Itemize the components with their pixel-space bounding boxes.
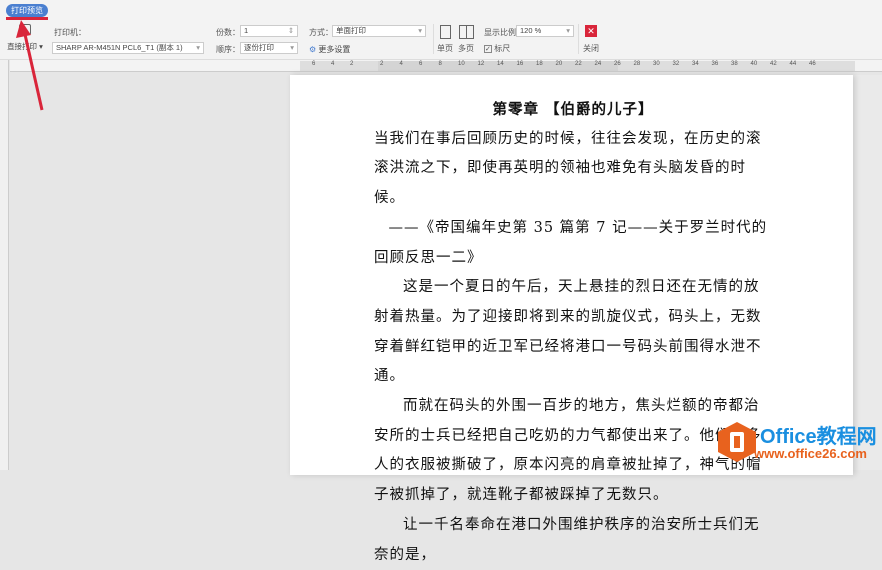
close-button[interactable]: ✕ 关闭 (582, 25, 600, 54)
zoom-label: 显示比例 (484, 28, 516, 37)
paragraph: 当我们在事后回顾历史的时候，往往会发现，在历史的滚滚洪流之下，即使再英明的领袖也… (374, 130, 762, 207)
paragraph: 这是一个夏日的午后，天上悬挂的烈日还在无情的放射着热量。为了迎接即将到来的凯旋仪… (374, 279, 762, 385)
ruler-checkbox[interactable]: ✓ 标尺 (484, 43, 510, 54)
zoom-value: 120 % (520, 26, 542, 35)
ruler-tick: 22 (575, 61, 582, 67)
ruler-tick: 2 (350, 61, 354, 67)
mode-label: 方式： (309, 28, 333, 37)
mode-value: 单面打印 (336, 26, 366, 35)
printer-value: SHARP AR-M451N PCL6_T1 (副本 1) (56, 43, 183, 52)
office-logo-icon (718, 422, 756, 462)
order-label: 顺序： (216, 45, 240, 54)
single-page-button[interactable]: 单页 (436, 25, 454, 54)
ruler-tick: 16 (516, 61, 524, 67)
checkbox-icon: ✓ (484, 44, 492, 53)
multi-page-icon (458, 25, 474, 39)
ruler-tick: 26 (614, 61, 621, 67)
watermark-logo: Office教程网 www.office26.com (718, 420, 882, 470)
copies-value: 1 (244, 26, 249, 35)
ruler-tick: 4 (399, 61, 403, 67)
mode-select[interactable]: 单面打印 ▾ (332, 25, 426, 37)
divider (578, 24, 579, 54)
printer-select[interactable]: SHARP AR-M451N PCL6_T1 (副本 1) ▾ (52, 42, 204, 54)
ruler-tick: 24 (594, 61, 602, 67)
horizontal-ruler: 6 4 2 2 4 6 8 10 12 14 16 18 20 22 24 26 28 30 32 34 36 38 40 4… (10, 60, 882, 72)
ruler-tick: 8 (438, 61, 442, 67)
copies-stepper[interactable]: 1 ⇕ (240, 25, 298, 37)
ruler-tick: 4 (331, 61, 335, 67)
close-label: 关闭 (583, 44, 599, 53)
ruler-tick: 34 (692, 61, 699, 67)
ruler-tick: 44 (789, 61, 797, 67)
paragraph: 而就在码头的外围一百步的地方，焦头烂额的帝都治安所的士兵已经把自己吃奶的力气都使… (374, 398, 762, 504)
paragraph: ——《帝国编年史第 35 篇第 7 记——关于罗兰时代的回顾反思一二》 (374, 219, 768, 266)
document-body: 第零章 【伯爵的儿子】 当我们在事后回顾历史的时候，往往会发现，在历史的滚滚洪流… (374, 95, 772, 570)
annotation-arrow (16, 20, 44, 111)
single-page-icon (439, 25, 451, 39)
ruler-tick: 6 (419, 61, 423, 67)
copies-label: 份数： (216, 28, 240, 37)
ruler-tick: 36 (711, 61, 719, 67)
watermark-url: www.office26.com (754, 446, 867, 461)
more-settings-button[interactable]: ⚙ 更多设置 (309, 44, 350, 55)
document-page: 第零章 【伯爵的儿子】 当我们在事后回顾历史的时候，往往会发现，在历史的滚滚洪流… (290, 75, 853, 563)
divider (433, 24, 434, 54)
ruler-tick: 12 (477, 61, 485, 67)
ruler-tick: 28 (633, 61, 641, 67)
ruler-tick: 32 (672, 61, 680, 67)
ruler-tick: 40 (750, 61, 758, 67)
single-page-label: 单页 (437, 44, 453, 53)
order-value: 逐份打印 (244, 43, 274, 52)
settings-icon: ⚙ (309, 45, 317, 54)
more-settings-label: 更多设置 (318, 45, 351, 54)
ruler-tick: 10 (458, 61, 465, 67)
ruler-tick: 6 (312, 61, 316, 67)
paragraph: 让一千名奉命在港口外围维护秩序的治安所士兵们无奈的是， (374, 516, 760, 563)
print-preview-toolbar: 打印预览 直接打印 ▾ 打印机： SHARP AR-M451N PCL6_T1 … (0, 0, 882, 60)
ruler-tick: 2 (380, 61, 384, 67)
vertical-ruler (0, 60, 9, 470)
close-icon: ✕ (585, 25, 597, 37)
chapter-title: 第零章 【伯爵的儿子】 (492, 101, 654, 118)
watermark-brand: Office教程网 (760, 426, 877, 448)
ruler-tick: 46 (809, 61, 816, 67)
ruler-tick: 38 (731, 61, 738, 67)
order-select[interactable]: 逐份打印 ▾ (240, 42, 298, 54)
background (853, 75, 882, 470)
ruler-tick: 30 (653, 61, 660, 67)
ruler-tick: 18 (536, 61, 543, 67)
zoom-select[interactable]: 120 % ▾ (516, 25, 574, 37)
multi-page-button[interactable]: 多页 (457, 25, 475, 54)
multi-page-label: 多页 (458, 44, 474, 53)
ruler-tick: 42 (770, 61, 777, 67)
ruler-tick: 14 (497, 61, 504, 67)
ruler-tick: 20 (555, 61, 563, 67)
ruler-label: 标尺 (494, 44, 511, 53)
